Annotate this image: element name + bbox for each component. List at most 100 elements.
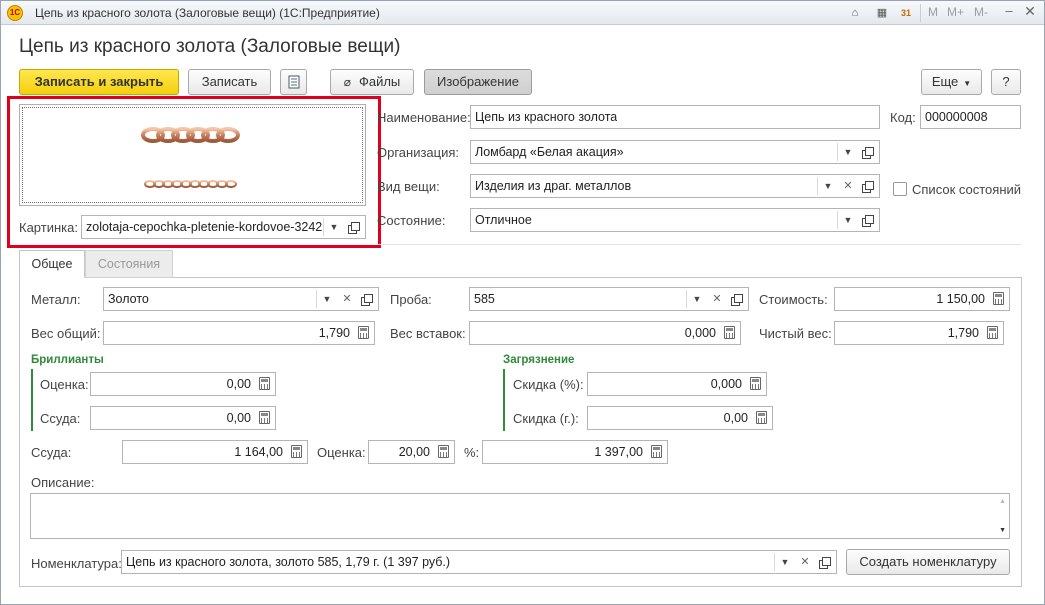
weight-inserts-label: Вес вставок: <box>390 326 466 341</box>
net-weight-label: Чистый вес: <box>759 326 832 341</box>
percent-input[interactable]: 1 397,00 <box>482 440 668 464</box>
calculator-icon[interactable] <box>259 411 270 424</box>
more-button[interactable]: Еще ▼ <box>921 69 982 95</box>
open-icon[interactable] <box>344 217 364 237</box>
report-button[interactable] <box>280 69 307 95</box>
name-value: Цепь из красного золота <box>475 110 618 124</box>
open-icon[interactable] <box>858 142 878 162</box>
weight-total-label: Вес общий: <box>31 326 101 341</box>
app-logo-icon: 1С <box>7 5 23 21</box>
nomenclature-select[interactable]: Цепь из красного золота, золото 585, 1,7… <box>121 550 837 574</box>
open-icon[interactable] <box>727 289 747 309</box>
discount-pct-input[interactable]: 0,000 <box>587 372 767 396</box>
code-input[interactable]: 000000008 <box>920 105 1021 129</box>
chevron-down-icon[interactable]: ▼ <box>324 217 344 237</box>
name-label: Наименование: <box>377 110 471 125</box>
open-icon[interactable] <box>858 210 878 230</box>
name-input[interactable]: Цепь из красного золота <box>470 105 880 129</box>
diamonds-estimate-value: 0,00 <box>226 377 251 391</box>
description-label: Описание: <box>31 475 95 490</box>
states-list-checkbox[interactable] <box>893 182 907 196</box>
discount-g-input[interactable]: 0,00 <box>587 406 773 430</box>
assay-select[interactable]: 585 ▼ ✕ <box>469 287 749 311</box>
calculator-icon[interactable] <box>756 411 767 424</box>
pollution-group-title: Загрязнение <box>503 354 575 366</box>
open-icon[interactable] <box>815 552 835 572</box>
chevron-down-icon[interactable]: ▼ <box>687 289 707 309</box>
memory-mplus-button[interactable]: M+ <box>947 5 964 19</box>
estimate-label: Оценка: <box>317 445 366 460</box>
metal-value: Золото <box>108 292 149 306</box>
chevron-down-icon: ▼ <box>963 79 972 88</box>
clear-icon[interactable]: ✕ <box>795 552 815 572</box>
close-icon[interactable]: ✕ <box>1021 3 1039 21</box>
picture-label: Картинка: <box>19 220 78 235</box>
weight-inserts-input[interactable]: 0,000 <box>469 321 741 345</box>
state-select[interactable]: Отличное ▼ <box>470 208 880 232</box>
estimate-input[interactable]: 20,00 <box>368 440 455 464</box>
calculator-icon[interactable] <box>438 445 449 458</box>
calculator-icon[interactable] <box>651 445 662 458</box>
scroll-up-icon[interactable]: ▲ <box>999 498 1006 505</box>
weight-total-input[interactable]: 1,790 <box>103 321 375 345</box>
document-list-icon <box>288 75 299 89</box>
clear-icon[interactable]: ✕ <box>337 289 357 309</box>
percent-label: %: <box>464 445 480 460</box>
picture-value: zolotaja-cepochka-pletenie-kordovoe-3242 <box>86 220 323 234</box>
net-weight-input[interactable]: 1,790 <box>834 321 1004 345</box>
clear-icon[interactable]: ✕ <box>707 289 727 309</box>
metal-select[interactable]: Золото ▼ ✕ <box>103 287 379 311</box>
memory-mminus-button[interactable]: M- <box>974 5 988 19</box>
assay-value: 585 <box>474 292 495 306</box>
chevron-down-icon[interactable]: ▼ <box>775 552 795 572</box>
discount-g-label: Скидка (г.): <box>513 411 579 426</box>
memory-m-button[interactable]: M <box>928 5 938 19</box>
state-label: Состояние: <box>377 213 446 228</box>
calculator-icon[interactable] <box>291 445 302 458</box>
paperclip-icon: ⌀ <box>343 75 351 89</box>
save-button[interactable]: Записать <box>188 69 271 95</box>
estimate-value: 20,00 <box>398 445 430 459</box>
organization-select[interactable]: Ломбард «Белая акация» ▼ <box>470 140 880 164</box>
scroll-down-icon[interactable]: ▼ <box>999 527 1006 534</box>
open-icon[interactable] <box>357 289 377 309</box>
chevron-down-icon[interactable]: ▼ <box>838 210 858 230</box>
minimize-button[interactable]: – <box>1001 3 1017 21</box>
cost-input[interactable]: 1 150,00 <box>834 287 1010 311</box>
picture-field[interactable] <box>19 104 366 206</box>
description-textarea[interactable]: ▲ ▼ <box>30 493 1010 539</box>
percent-value: 1 397,00 <box>594 445 643 459</box>
calculator-icon[interactable] <box>358 326 369 339</box>
calculator-icon[interactable] <box>724 326 735 339</box>
calculator-icon[interactable]: ▦ <box>874 5 890 21</box>
item-kind-select[interactable]: Изделия из драг. металлов ▼ ✕ <box>470 174 880 198</box>
diamonds-loan-input[interactable]: 0,00 <box>90 406 276 430</box>
home-icon[interactable]: ⌂ <box>847 5 863 21</box>
chevron-down-icon[interactable]: ▼ <box>818 176 838 196</box>
calculator-icon[interactable] <box>993 292 1004 305</box>
state-value: Отличное <box>475 213 532 227</box>
chevron-down-icon[interactable]: ▼ <box>838 142 858 162</box>
organization-value: Ломбард «Белая акация» <box>475 145 624 159</box>
clear-icon[interactable]: ✕ <box>838 176 858 196</box>
cost-value: 1 150,00 <box>936 292 985 306</box>
diamonds-estimate-input[interactable]: 0,00 <box>90 372 276 396</box>
tab-general[interactable]: Общее <box>19 250 85 278</box>
calculator-icon[interactable] <box>987 326 998 339</box>
calculator-icon[interactable] <box>259 377 270 390</box>
files-label: Файлы <box>358 74 401 89</box>
image-button[interactable]: Изображение <box>424 69 532 95</box>
picture-select[interactable]: zolotaja-cepochka-pletenie-kordovoe-3242… <box>81 215 366 239</box>
loan-input[interactable]: 1 164,00 <box>122 440 308 464</box>
calendar-icon[interactable]: 31 <box>898 5 914 21</box>
files-button[interactable]: ⌀ Файлы <box>330 69 414 95</box>
calculator-icon[interactable] <box>750 377 761 390</box>
chevron-down-icon[interactable]: ▼ <box>317 289 337 309</box>
save-and-close-button[interactable]: Записать и закрыть <box>19 69 179 95</box>
open-icon[interactable] <box>858 176 878 196</box>
create-nomenclature-button[interactable]: Создать номенклатуру <box>846 549 1010 575</box>
tab-states[interactable]: Состояния <box>85 250 173 278</box>
nomenclature-value: Цепь из красного золота, золото 585, 1,7… <box>126 555 451 569</box>
divider <box>377 244 1021 245</box>
help-button[interactable]: ? <box>991 69 1021 95</box>
